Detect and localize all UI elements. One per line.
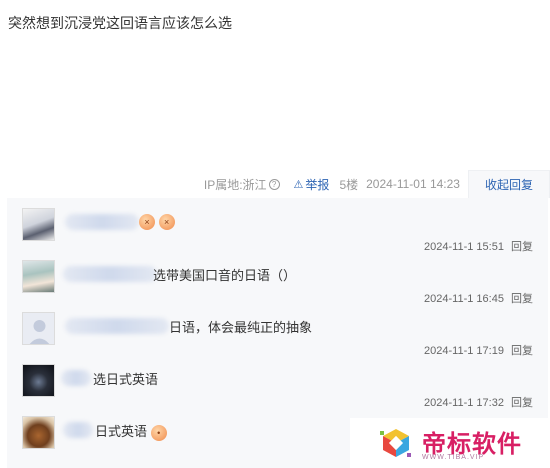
reply-content: 日式英语 • — [95, 421, 167, 441]
username-blurred[interactable] — [65, 318, 169, 334]
reply-content: × × — [139, 213, 175, 230]
warning-icon: ⚠ — [293, 178, 304, 191]
username-blurred[interactable] — [63, 422, 93, 438]
emoji-icon: × — [158, 213, 175, 230]
watermark: 帝标软件 WWW.TIBA.VIP — [350, 418, 550, 468]
emoji-icon: • — [150, 424, 167, 441]
username-blurred[interactable] — [61, 370, 91, 386]
watermark-url: WWW.TIBA.VIP — [422, 454, 485, 461]
help-icon[interactable]: ? — [268, 178, 280, 190]
post-content: 突然想到沉浸党这回语言应该怎么选 — [8, 15, 232, 31]
user-icon — [23, 313, 54, 344]
default-avatar[interactable] — [22, 312, 55, 345]
reply-item: × × 2024-11-1 15:51 回复 — [7, 198, 548, 253]
reply-content: 日语，体会最纯正的抽象 — [169, 320, 313, 335]
report-link[interactable]: ⚠ 举报 — [294, 176, 330, 193]
username-blurred[interactable] — [65, 214, 139, 230]
post-meta-bar: IP属地:浙江 ? ⚠ 举报 5楼 2024-11-01 14:23 收起回复 — [204, 170, 550, 198]
emoji-icon: × — [139, 213, 155, 230]
floor-number: 5楼 — [339, 177, 359, 192]
avatar[interactable] — [22, 208, 55, 241]
username-blurred[interactable] — [63, 266, 157, 282]
collapse-replies-button[interactable]: 收起回复 — [467, 170, 550, 198]
reply-item: 选带美国口音的日语（） 2024-11-1 16:45 回复 — [7, 250, 548, 305]
post-time: 2024-11-01 14:23 — [366, 177, 460, 191]
reply-content: 选日式英语 — [93, 372, 159, 387]
avatar[interactable] — [22, 260, 55, 293]
brand-logo-icon — [380, 429, 411, 457]
reply-item: 选日式英语 2024-11-1 17:32 回复 — [7, 354, 548, 409]
ip-location: IP属地:浙江 ? — [204, 176, 280, 193]
avatar[interactable] — [22, 416, 55, 449]
reply-item: 日语，体会最纯正的抽象 2024-11-1 17:19 回复 — [7, 302, 548, 357]
reply-content: 选带美国口音的日语（） — [153, 268, 297, 283]
avatar[interactable] — [22, 364, 55, 397]
